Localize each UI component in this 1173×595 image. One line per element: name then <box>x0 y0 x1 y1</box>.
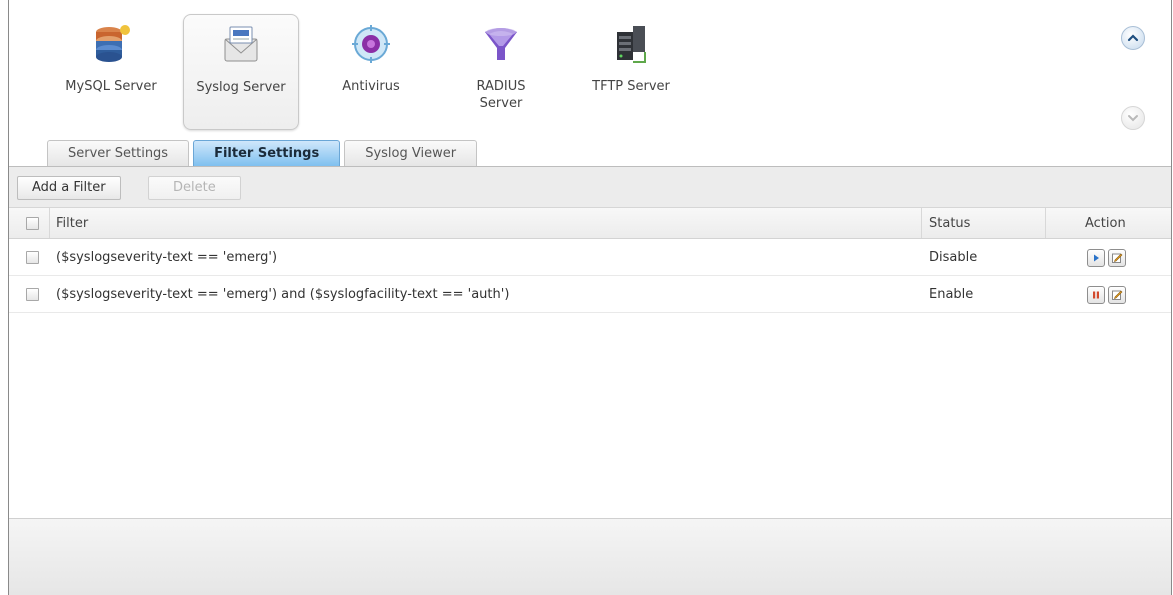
app-tftp-server[interactable]: TFTP Server <box>573 14 689 130</box>
tab-filter-settings[interactable]: Filter Settings <box>193 140 341 166</box>
edit-filter-button[interactable] <box>1108 286 1126 304</box>
settings-tabs: Server Settings Filter Settings Syslog V… <box>47 140 481 166</box>
scroll-up-button[interactable] <box>1121 26 1145 50</box>
row-checkbox[interactable] <box>26 251 39 264</box>
row-checkbox[interactable] <box>26 288 39 301</box>
edit-icon <box>1112 253 1123 263</box>
column-header-status[interactable]: Status <box>929 208 970 238</box>
syslog-envelope-icon <box>224 26 258 62</box>
pause-icon <box>1093 291 1099 299</box>
app-antivirus[interactable]: Antivirus <box>313 14 429 130</box>
column-divider <box>49 208 50 238</box>
syslog-server-window: MySQL Server Syslog Server Antivirus RAD… <box>8 0 1172 595</box>
filter-status: Enable <box>929 287 974 302</box>
delete-button[interactable]: Delete <box>148 176 241 200</box>
app-label: RADIUS Server <box>476 79 526 111</box>
disable-filter-button[interactable] <box>1087 286 1105 304</box>
tab-syslog-viewer[interactable]: Syslog Viewer <box>344 140 478 166</box>
select-all-checkbox[interactable] <box>26 217 39 230</box>
add-filter-button[interactable]: Add a Filter <box>17 176 121 200</box>
edit-filter-button[interactable] <box>1108 249 1126 267</box>
app-label: TFTP Server <box>592 79 670 94</box>
table-row[interactable]: ($syslogseverity-text == 'emerg') and ($… <box>9 276 1171 313</box>
mysql-database-icon <box>96 25 130 62</box>
edit-icon <box>1112 290 1123 300</box>
app-label: MySQL Server <box>65 79 157 94</box>
footer-panel <box>9 518 1171 595</box>
app-label: Syslog Server <box>196 80 286 95</box>
column-divider <box>1045 208 1046 238</box>
column-header-action[interactable]: Action <box>1085 208 1126 238</box>
filter-status: Disable <box>929 250 978 265</box>
table-row[interactable]: ($syslogseverity-text == 'emerg') Disabl… <box>9 239 1171 276</box>
app-label: Antivirus <box>342 79 400 94</box>
app-syslog-server[interactable]: Syslog Server <box>183 14 299 130</box>
column-header-filter[interactable]: Filter <box>56 208 88 238</box>
grid-header: Filter Status Action <box>9 208 1171 239</box>
filter-expression: ($syslogseverity-text == 'emerg') and ($… <box>56 287 510 302</box>
app-radius-server[interactable]: RADIUS Server <box>443 14 559 130</box>
chevron-up-icon <box>1127 34 1139 42</box>
tab-server-settings[interactable]: Server Settings <box>47 140 190 166</box>
play-icon <box>1094 254 1099 262</box>
app-mysql-server[interactable]: MySQL Server <box>53 14 169 130</box>
radius-funnel-icon <box>485 28 517 60</box>
scroll-down-button[interactable] <box>1121 106 1145 130</box>
app-bar: MySQL Server Syslog Server Antivirus RAD… <box>9 0 1171 166</box>
filter-toolbar: Add a Filter Delete <box>9 166 1171 208</box>
antivirus-icon <box>352 25 390 63</box>
chevron-down-icon <box>1128 115 1138 122</box>
column-divider <box>921 208 922 238</box>
filter-expression: ($syslogseverity-text == 'emerg') <box>56 250 278 265</box>
enable-filter-button[interactable] <box>1087 249 1105 267</box>
tftp-server-icon <box>617 26 646 63</box>
